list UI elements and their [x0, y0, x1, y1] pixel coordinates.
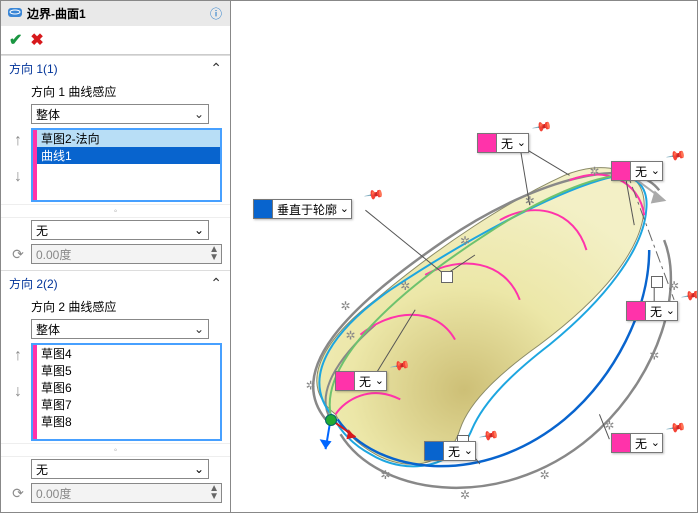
leader-handle[interactable]	[441, 271, 453, 283]
dir2-slider[interactable]: ◦	[1, 443, 230, 457]
chevron-down-icon: ⌄	[517, 136, 526, 149]
chevron-down-icon: ⌄	[194, 107, 204, 121]
callout-dir2-b[interactable]: 无⌄	[611, 161, 663, 181]
svg-text:✲: ✲	[669, 279, 679, 293]
dir2-tangent-value: 无	[36, 461, 48, 478]
callout-dir2-a[interactable]: 无⌄	[477, 133, 529, 153]
svg-text:✲: ✲	[380, 468, 390, 482]
dir2-influence-combo[interactable]: 整体 ⌄	[31, 319, 209, 339]
dir1-group-header[interactable]: 方向 1(1) ⌃	[1, 55, 230, 81]
callout-dir2-f[interactable]: 无⌄	[611, 433, 663, 453]
chevron-down-icon: ⌄	[666, 304, 675, 317]
cancel-button[interactable]: ✖	[30, 30, 43, 50]
dir1-tangent-value: 无	[36, 222, 48, 239]
callout-value: 无	[359, 373, 371, 390]
dir2-group-label: 方向 2(2)	[9, 275, 58, 292]
list-item[interactable]: 草图4	[37, 345, 220, 362]
callout-color-chip	[253, 199, 273, 219]
callout-color-chip	[424, 441, 444, 461]
dir2-influence-label: 方向 2 曲线感应	[1, 296, 230, 317]
rotate-icon[interactable]: ⟳	[9, 246, 27, 263]
dir1-tangent-combo[interactable]: 无 ⌄	[31, 220, 209, 240]
list-item[interactable]: 草图7	[37, 396, 220, 413]
callout-dir2-d[interactable]: 无⌄	[335, 371, 387, 391]
dir1-influence-value: 整体	[36, 106, 60, 123]
callout-dir1-perp[interactable]: 垂直于轮廓⌄	[253, 199, 352, 219]
dir2-influence-value: 整体	[36, 321, 60, 338]
dir2-group-header[interactable]: 方向 2(2) ⌃	[1, 270, 230, 296]
dir1-slider[interactable]: ◦	[1, 204, 230, 218]
list-item[interactable]: 草图5	[37, 362, 220, 379]
svg-text:✲: ✲	[346, 329, 356, 343]
dir2-curve-listbox[interactable]: 草图4 草图5 草图6 草图7 草图8	[31, 343, 222, 441]
dir2-tangent-combo[interactable]: 无 ⌄	[31, 459, 209, 479]
help-icon[interactable]: ⓘ	[208, 6, 224, 22]
list-item[interactable]: 草图2-法向	[37, 130, 220, 147]
dir1-movedown-button[interactable]: ↓	[9, 168, 27, 186]
property-manager: 边界-曲面1 ⓘ ✔ ✖ 方向 1(1) ⌃ 方向 1 曲线感应 整体 ⌄ ↑ …	[1, 1, 231, 512]
dir1-angle-input: 0.00度 ▲▼	[31, 244, 222, 264]
spinner-icon[interactable]: ▲▼	[209, 246, 219, 262]
callout-value: 无	[635, 435, 647, 452]
svg-text:✲: ✲	[460, 488, 470, 502]
dir1-angle-value: 0.00度	[36, 246, 71, 263]
dir2-moveup-button[interactable]: ↑	[9, 347, 27, 365]
chevron-down-icon: ⌄	[464, 444, 473, 457]
rotate-icon[interactable]: ⟳	[9, 485, 27, 502]
dir1-moveup-button[interactable]: ↑	[9, 132, 27, 150]
callout-value: 垂直于轮廓	[277, 201, 337, 218]
callout-dir1-e[interactable]: 无⌄	[424, 441, 476, 461]
callout-value: 无	[650, 303, 662, 320]
svg-text:✲: ✲	[649, 349, 659, 363]
chevron-down-icon: ⌄	[375, 374, 384, 387]
collapse-icon: ⌃	[210, 275, 222, 292]
callout-value: 无	[501, 135, 513, 152]
svg-text:✲: ✲	[589, 164, 599, 178]
callout-value: 无	[635, 163, 647, 180]
dir1-influence-label: 方向 1 曲线感应	[1, 81, 230, 102]
dir2-movedown-button[interactable]: ↓	[9, 383, 27, 401]
chevron-down-icon: ⌄	[651, 436, 660, 449]
pm-title-text: 边界-曲面1	[27, 5, 86, 22]
chevron-down-icon: ⌄	[194, 223, 204, 237]
callout-value: 无	[448, 443, 460, 460]
dir1-influence-combo[interactable]: 整体 ⌄	[31, 104, 209, 124]
callout-color-chip	[611, 161, 631, 181]
origin-dot	[325, 414, 337, 426]
pm-title-bar: 边界-曲面1 ⓘ	[1, 1, 230, 26]
dir1-curve-listbox[interactable]: 草图2-法向 曲线1	[31, 128, 222, 202]
spinner-icon[interactable]: ▲▼	[209, 485, 219, 501]
surface-body[interactable]	[317, 168, 644, 465]
svg-text:✲: ✲	[540, 468, 550, 482]
pm-okcancel-bar: ✔ ✖	[1, 26, 230, 55]
dir2-angle-input: 0.00度 ▲▼	[31, 483, 222, 503]
callout-dir2-c[interactable]: 无⌄	[626, 301, 678, 321]
leader-handle[interactable]	[651, 276, 663, 288]
svg-text:✲: ✲	[400, 279, 410, 293]
dir1-group-label: 方向 1(1)	[9, 60, 58, 77]
dir2-angle-value: 0.00度	[36, 485, 71, 502]
feature-icon	[7, 4, 23, 23]
callout-color-chip	[626, 301, 646, 321]
callout-color-chip	[477, 133, 497, 153]
callout-color-chip	[611, 433, 631, 453]
chevron-down-icon: ⌄	[651, 164, 660, 177]
chevron-down-icon: ⌄	[194, 322, 204, 336]
chevron-down-icon: ⌄	[340, 202, 349, 215]
graphics-area[interactable]: ✲✲✲ ✲✲✲ ✲✲✲ ✲✲✲ ✲	[231, 1, 697, 512]
chevron-down-icon: ⌄	[194, 462, 204, 476]
svg-text:✲: ✲	[306, 378, 316, 392]
ok-button[interactable]: ✔	[9, 30, 22, 50]
svg-text:✲: ✲	[341, 299, 351, 313]
svg-text:✲: ✲	[525, 194, 535, 208]
list-item[interactable]: 曲线1	[37, 147, 220, 164]
list-item[interactable]: 草图8	[37, 413, 220, 430]
callout-color-chip	[335, 371, 355, 391]
list-item[interactable]: 草图6	[37, 379, 220, 396]
svg-text:✲: ✲	[460, 234, 470, 248]
collapse-icon: ⌃	[210, 60, 222, 77]
